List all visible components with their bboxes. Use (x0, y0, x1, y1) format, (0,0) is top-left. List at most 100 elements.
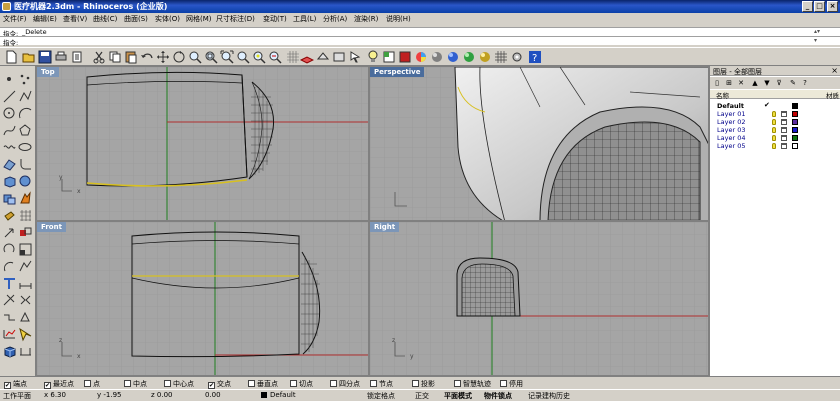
layer-lock-icon[interactable] (781, 143, 787, 149)
layer-row[interactable]: Layer 04 (710, 134, 840, 142)
osnap-checkbox[interactable] (500, 380, 507, 387)
rotate-view-icon[interactable] (172, 50, 186, 64)
osnap-checkbox[interactable]: ✔ (4, 382, 11, 389)
layer-lock-icon[interactable] (781, 111, 787, 117)
menu-curve[interactable]: 曲线(C) (93, 14, 117, 24)
print-icon[interactable] (54, 50, 68, 64)
circle-icon[interactable] (2, 106, 17, 121)
layer-visible-bulb-icon[interactable] (772, 111, 776, 117)
layer-visible-bulb-icon[interactable] (772, 119, 776, 125)
polygon-icon[interactable] (18, 123, 33, 138)
delete-layer-icon[interactable]: ✕ (736, 78, 746, 88)
minimize-button[interactable]: _ (802, 1, 813, 12)
osnap-checkbox[interactable] (164, 380, 171, 387)
move-icon[interactable] (2, 225, 17, 240)
menu-tools[interactable]: 工具(L) (293, 14, 316, 24)
show-objects-icon[interactable] (332, 50, 346, 64)
layer-icon[interactable] (382, 50, 396, 64)
osnap-checkbox[interactable] (290, 380, 297, 387)
render-preview-icon[interactable] (446, 50, 460, 64)
layer-visible-bulb-icon[interactable] (772, 127, 776, 133)
osnap-checkbox[interactable] (124, 380, 131, 387)
menu-mesh[interactable]: 网格(M) (186, 14, 212, 24)
new-layer-icon[interactable]: ▯ (712, 78, 722, 88)
osnap-option[interactable]: 中点 (124, 379, 147, 388)
paste-icon[interactable] (124, 50, 138, 64)
properties-icon[interactable] (398, 50, 412, 64)
curve-icon[interactable] (2, 123, 17, 138)
layer-lock-icon[interactable] (781, 127, 787, 133)
layer-row[interactable]: Layer 02 (710, 118, 840, 126)
osnap-option[interactable]: 垂直点 (248, 379, 278, 388)
layer-name[interactable]: Default (717, 102, 744, 110)
layer-name[interactable]: Layer 04 (717, 134, 745, 142)
layer-row[interactable]: Layer 03 (710, 126, 840, 134)
point-cloud-icon[interactable] (18, 72, 33, 87)
layer-name[interactable]: Layer 02 (717, 118, 745, 126)
layer-name[interactable]: Layer 01 (717, 110, 745, 118)
undo-icon[interactable] (140, 50, 154, 64)
osnap-option[interactable]: 点 (84, 379, 100, 388)
extrude-icon[interactable] (18, 191, 33, 206)
copy-icon[interactable] (108, 50, 122, 64)
grid-options-icon[interactable] (494, 50, 508, 64)
layer-name[interactable]: Layer 05 (717, 142, 745, 150)
osnap-checkbox[interactable] (412, 380, 419, 387)
layer-name-column[interactable]: 名称 (716, 90, 729, 100)
material-icon[interactable] (478, 50, 492, 64)
layer-color-swatch[interactable] (792, 119, 798, 125)
right-viewport-title[interactable]: Right (370, 222, 400, 232)
cplane-icon[interactable] (300, 50, 314, 64)
layer-visible-bulb-icon[interactable] (772, 143, 776, 149)
scale-icon[interactable] (18, 242, 33, 257)
command-dropdown-icon[interactable]: ▾ (814, 37, 834, 45)
osnap-option[interactable]: ✔ 最近点 (44, 379, 74, 389)
layer-panel-close-icon[interactable]: × (831, 66, 838, 75)
zoom-selected-icon[interactable] (252, 50, 266, 64)
menu-dimension[interactable]: 尺寸标注(D) (216, 14, 255, 24)
new-file-icon[interactable] (4, 50, 18, 64)
osnap-option[interactable]: 投影 (412, 379, 435, 388)
boolean-icon[interactable] (2, 208, 17, 223)
zoom-extents-all-icon[interactable] (236, 50, 250, 64)
layer-color-swatch[interactable] (792, 103, 798, 109)
text-icon[interactable] (2, 276, 17, 291)
move-up-icon[interactable]: ▲ (750, 78, 760, 88)
right-viewport[interactable]: z y Right (369, 221, 709, 376)
mirror-icon[interactable] (2, 259, 17, 274)
menu-solid[interactable]: 实体(O) (155, 14, 180, 24)
osnap-checkbox[interactable] (330, 380, 337, 387)
perspective-viewport-title[interactable]: Perspective (370, 67, 425, 77)
osnap-checkbox[interactable]: ✔ (208, 382, 215, 389)
grid-icon[interactable] (286, 50, 300, 64)
line-icon[interactable] (2, 89, 17, 104)
close-button[interactable]: × (827, 1, 838, 12)
surface-icon[interactable] (2, 157, 17, 172)
osnap-checkbox[interactable] (84, 380, 91, 387)
menu-edit[interactable]: 编辑(E) (33, 14, 57, 24)
command-prompt[interactable]: 指令: ▾ (0, 36, 840, 47)
layer-material-column[interactable]: 材质 (826, 90, 839, 100)
zoom-extents-icon[interactable] (220, 50, 234, 64)
osnap-option[interactable]: 四分点 (330, 379, 360, 388)
layer-color-swatch[interactable] (792, 135, 798, 141)
osnap-checkbox[interactable] (454, 380, 461, 387)
rotate-icon[interactable] (2, 242, 17, 257)
layer-name[interactable]: Layer 03 (717, 126, 745, 134)
point-icon[interactable] (2, 72, 17, 87)
trim-icon[interactable] (2, 293, 17, 308)
dim-tools-icon[interactable] (18, 344, 33, 359)
filter-icon[interactable]: ⊽ (774, 78, 784, 88)
osnap-checkbox[interactable] (248, 380, 255, 387)
menu-file[interactable]: 文件(F) (3, 14, 27, 24)
layer-row[interactable]: Layer 01 (710, 110, 840, 118)
box-icon[interactable] (2, 174, 17, 189)
layer-help-icon[interactable]: ? (800, 78, 810, 88)
arc-icon[interactable] (18, 106, 33, 121)
open-file-icon[interactable] (22, 50, 36, 64)
solid-tools-icon[interactable] (2, 191, 17, 206)
explode-icon[interactable] (18, 310, 33, 325)
layer-color-swatch[interactable] (792, 111, 798, 117)
move-down-icon[interactable]: ▼ (762, 78, 772, 88)
osnap-option[interactable]: 停用 (500, 379, 523, 388)
